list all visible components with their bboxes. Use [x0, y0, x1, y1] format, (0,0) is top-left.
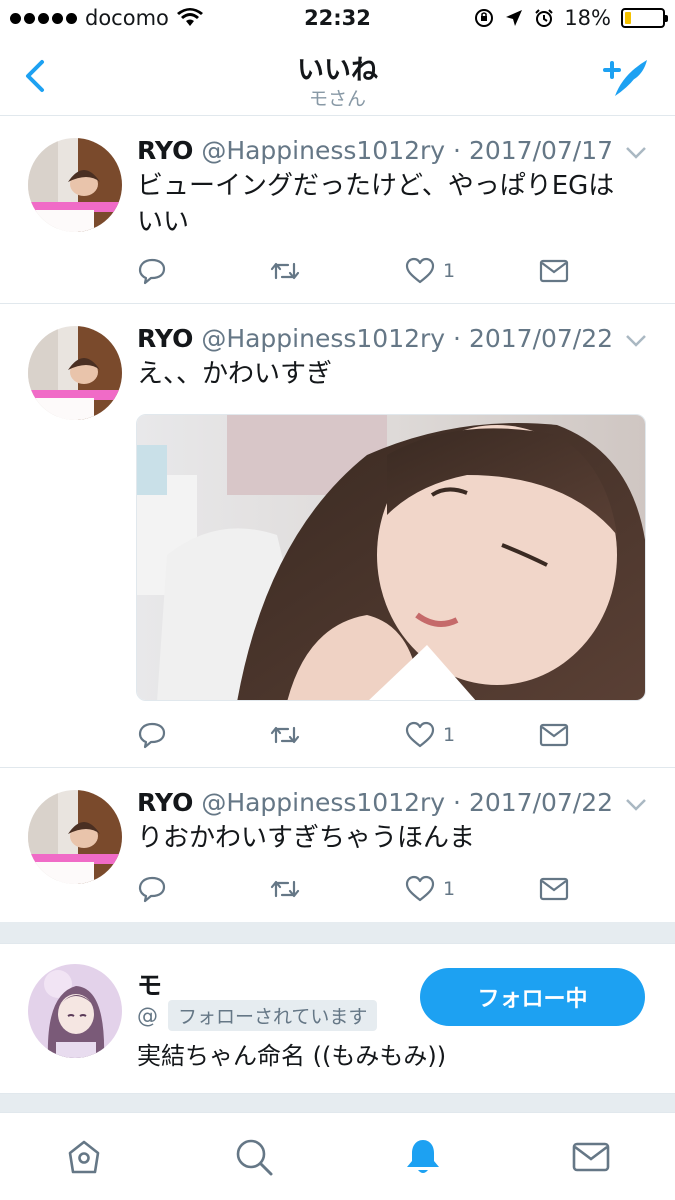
tweet-item[interactable]: RYO @Happiness1012ry · 2017/07/17 ビューイング… [0, 116, 675, 304]
reply-button[interactable] [137, 874, 167, 904]
envelope-icon [539, 723, 569, 747]
retweet-button[interactable] [270, 874, 300, 904]
search-icon[interactable] [234, 1137, 274, 1177]
battery-percent: 18% [564, 6, 611, 30]
avatar[interactable] [28, 790, 122, 884]
retweet-button[interactable] [270, 720, 300, 750]
tweet-actions: 1 [137, 256, 637, 286]
author-handle[interactable]: @Happiness1012ry [201, 788, 445, 817]
messages-envelope-icon[interactable] [571, 1137, 611, 1177]
like-count: 1 [443, 724, 456, 746]
tweet-item[interactable]: RYO @Happiness1012ry · 2017/07/22 え、、かわい… [0, 304, 675, 768]
tweet-header: RYO @Happiness1012ry · 2017/07/22 [137, 324, 614, 353]
page-subtitle: モさん [308, 88, 366, 110]
reply-button[interactable] [137, 720, 167, 750]
tweet-header: RYO @Happiness1012ry · 2017/07/22 [137, 788, 614, 817]
direct-message-button[interactable] [539, 720, 569, 750]
user-handle-row: @ フォローされています [137, 1000, 378, 1031]
chevron-down-icon[interactable] [625, 334, 647, 348]
author-name[interactable]: RYO [137, 324, 193, 353]
reply-icon [138, 876, 166, 903]
heart-icon [405, 257, 435, 284]
chevron-down-icon[interactable] [625, 146, 647, 160]
user-bio: 実結ちゃん命名 ((もみもみ)) [137, 1042, 447, 1070]
like-button[interactable]: 1 [405, 256, 455, 286]
tweet-photo[interactable] [136, 414, 646, 701]
battery-icon [621, 8, 668, 28]
tweet-text: りおかわいすぎちゃうほんま [137, 823, 476, 853]
reply-icon [138, 258, 166, 285]
retweet-button[interactable] [270, 256, 300, 286]
tweet-date[interactable]: 2017/07/22 [469, 788, 613, 817]
user-card[interactable]: モ @ フォローされています 実結ちゃん命名 ((もみもみ)) フォロー中 [0, 944, 675, 1094]
author-handle[interactable]: @Happiness1012ry [201, 324, 445, 353]
retweet-icon [270, 726, 300, 744]
reply-icon [138, 722, 166, 749]
compose-tweet-icon[interactable] [601, 54, 653, 100]
tweet-item[interactable]: RYO @Happiness1012ry · 2017/07/22 りおかわいす… [0, 768, 675, 922]
rotation-lock-icon [475, 9, 494, 27]
section-divider [0, 1094, 675, 1112]
tweet-actions: 1 [137, 874, 637, 904]
retweet-icon [270, 262, 300, 280]
heart-icon [405, 875, 435, 902]
retweet-icon [270, 880, 300, 898]
like-count: 1 [443, 878, 456, 900]
status-bar: docomo 22:32 18% [0, 0, 675, 40]
following-button[interactable]: フォロー中 [420, 968, 645, 1026]
avatar[interactable] [28, 326, 122, 420]
like-count: 1 [443, 260, 456, 282]
tweet-date[interactable]: 2017/07/22 [469, 324, 613, 353]
heart-icon [405, 721, 435, 748]
follows-you-badge: フォローされています [168, 1000, 378, 1031]
chevron-down-icon[interactable] [625, 798, 647, 812]
section-divider [0, 922, 675, 944]
tab-bar [0, 1112, 675, 1200]
author-handle[interactable]: @Happiness1012ry [201, 136, 445, 165]
alarm-icon [535, 9, 554, 27]
envelope-icon [539, 259, 569, 283]
envelope-icon [539, 877, 569, 901]
user-handle[interactable]: @ [137, 1004, 158, 1028]
tweet-text: ビューイングだったけど、やっぱりEGは いい [137, 171, 615, 237]
user-display-name[interactable]: モ [137, 966, 162, 1002]
author-name[interactable]: RYO [137, 788, 193, 817]
like-button[interactable]: 1 [405, 720, 455, 750]
battery-level [625, 12, 632, 24]
direct-message-button[interactable] [539, 256, 569, 286]
home-icon[interactable] [64, 1137, 104, 1177]
tweet-text: え、、かわいすぎ [137, 359, 333, 389]
page-title: いいね [297, 55, 378, 86]
direct-message-button[interactable] [539, 874, 569, 904]
like-button[interactable]: 1 [405, 874, 455, 904]
reply-button[interactable] [137, 256, 167, 286]
tweet-actions: 1 [137, 720, 637, 750]
notifications-bell-icon[interactable] [403, 1137, 443, 1177]
navigation-bar: いいね モさん [0, 40, 675, 116]
tweet-date[interactable]: 2017/07/17 [469, 136, 613, 165]
avatar[interactable] [28, 138, 122, 232]
author-name[interactable]: RYO [137, 136, 193, 165]
avatar[interactable] [28, 964, 122, 1058]
location-arrow-icon [506, 10, 523, 26]
tweet-header: RYO @Happiness1012ry · 2017/07/17 [137, 136, 614, 165]
